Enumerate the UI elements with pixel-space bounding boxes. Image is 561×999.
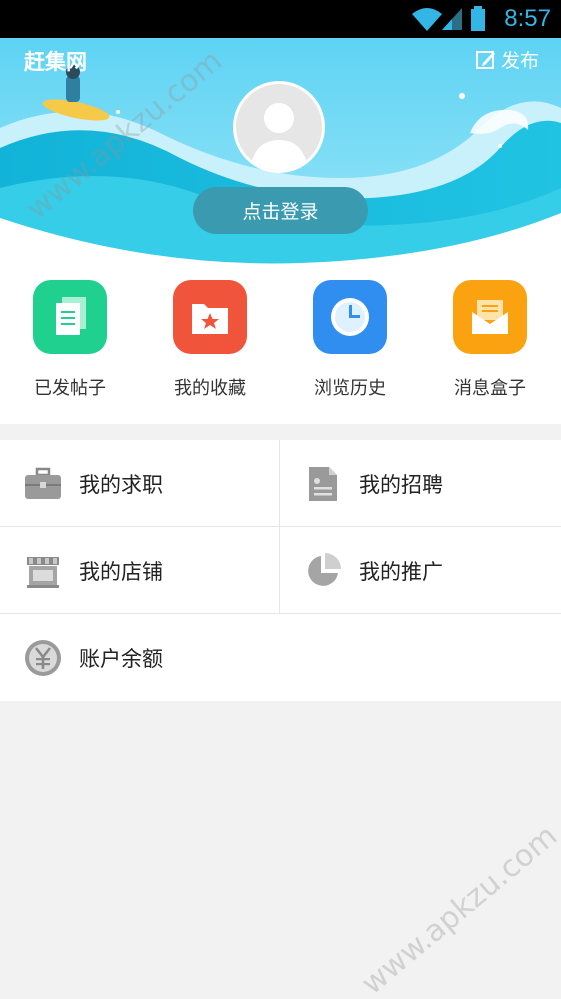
edit-icon — [475, 50, 495, 69]
menu-item-label: 账户余额 — [79, 646, 163, 671]
menu-item-my-promotion[interactable]: 我的推广 — [280, 527, 561, 614]
quick-action-label: 已发帖子 — [34, 378, 106, 399]
quick-action-posts[interactable]: 已发帖子 — [0, 280, 140, 400]
menu-item-label: 我的求职 — [79, 472, 163, 497]
quick-action-favorites[interactable]: 我的收藏 — [140, 280, 280, 400]
app-logo: 赶集网 — [24, 50, 87, 74]
menu-item-my-store[interactable]: 我的店铺 — [0, 527, 280, 614]
menu-item-label: 我的招聘 — [359, 472, 443, 497]
profile-menu: 我的求职 我的招聘 我的店铺 我的推广 账户余额 — [0, 440, 561, 701]
envelope-icon — [453, 280, 527, 354]
wifi-icon — [412, 8, 442, 31]
avatar[interactable] — [233, 81, 325, 173]
menu-item-label: 我的店铺 — [79, 559, 163, 584]
briefcase-icon — [24, 465, 62, 503]
login-button[interactable]: 点击登录 — [193, 187, 368, 234]
menu-row: 我的店铺 我的推广 — [0, 527, 561, 614]
pie-chart-icon — [304, 552, 342, 590]
user-icon — [236, 84, 322, 170]
clock-icon — [313, 280, 387, 354]
watermark: www.apkzu.com — [355, 818, 561, 999]
profile-header: 赶集网 发布 点击登录 — [0, 38, 561, 264]
menu-item-job-seeking[interactable]: 我的求职 — [0, 440, 280, 527]
folder-star-icon — [173, 280, 247, 354]
publish-button[interactable]: 发布 — [475, 46, 539, 73]
quick-action-label: 我的收藏 — [174, 378, 246, 399]
yen-coin-icon — [24, 639, 62, 677]
menu-row: 账户余额 — [0, 614, 561, 701]
clock: 8:57 — [504, 5, 551, 32]
store-icon — [24, 552, 62, 590]
document-icon — [33, 280, 107, 354]
quick-action-history[interactable]: 浏览历史 — [280, 280, 420, 400]
quick-actions: 已发帖子 我的收藏 浏览历史 消息盒子 — [0, 264, 561, 424]
quick-action-label: 浏览历史 — [314, 378, 386, 399]
battery-icon — [471, 6, 485, 31]
signal-icon — [442, 8, 462, 30]
menu-row: 我的求职 我的招聘 — [0, 440, 561, 527]
menu-item-label: 我的推广 — [359, 559, 443, 584]
menu-item-account-balance[interactable]: 账户余额 — [0, 614, 561, 701]
status-bar: 8:57 — [0, 0, 561, 38]
quick-action-label: 消息盒子 — [454, 378, 526, 399]
quick-action-messages[interactable]: 消息盒子 — [420, 280, 560, 400]
document-icon — [304, 465, 342, 503]
publish-label: 发布 — [500, 50, 539, 72]
menu-item-recruiting[interactable]: 我的招聘 — [280, 440, 561, 527]
